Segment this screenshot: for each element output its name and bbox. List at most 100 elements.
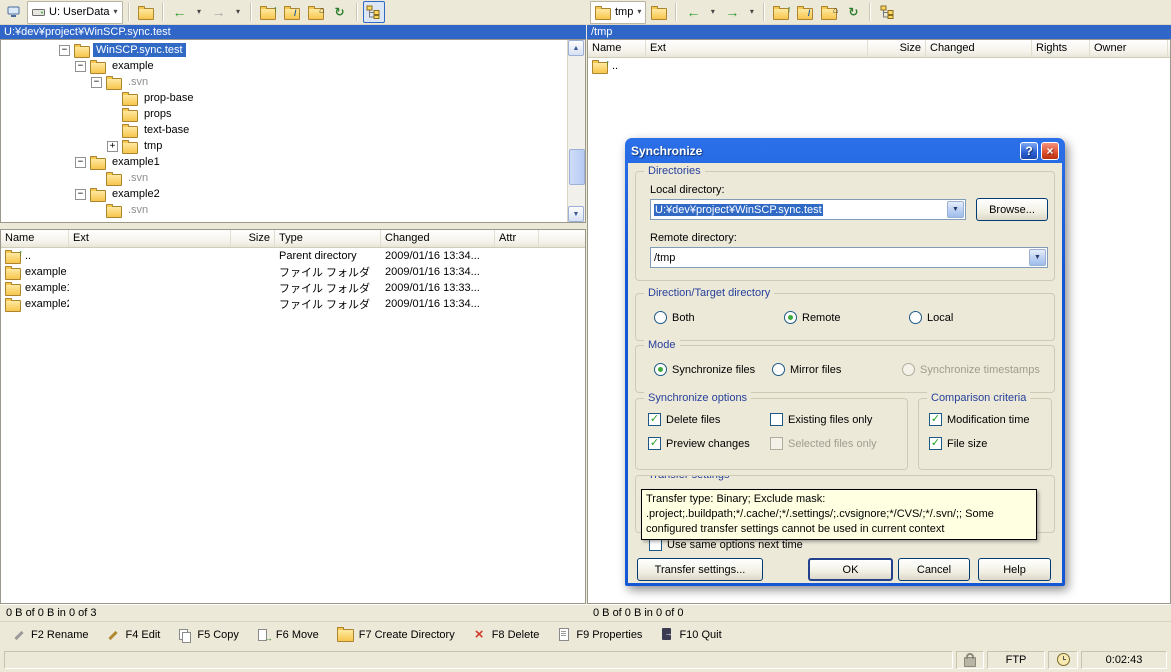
tree-scrollbar[interactable]: ▲ ▼ xyxy=(567,40,585,222)
command-f2-rename[interactable]: F2 Rename xyxy=(8,626,92,643)
scrollbar-thumb[interactable] xyxy=(569,149,585,185)
browse-button[interactable]: Browse... xyxy=(976,198,1048,221)
command-f8-delete[interactable]: F8 Delete xyxy=(469,626,544,643)
column-header-size[interactable]: Size xyxy=(231,230,275,247)
refresh-button[interactable]: ↻ xyxy=(842,1,864,23)
file-row-example1[interactable]: example1ファイル フォルダ2009/01/16 13:33... xyxy=(1,280,585,296)
comparison-option[interactable]: ✓File size xyxy=(929,437,1030,450)
tree-view-toggle[interactable] xyxy=(876,1,898,23)
root-directory-button[interactable] xyxy=(281,1,303,23)
column-header-name[interactable]: Name xyxy=(1,230,69,247)
help-button[interactable]: Help xyxy=(978,558,1051,581)
command-f7-create-directory[interactable]: F7 Create Directory xyxy=(333,625,459,644)
sync-option[interactable]: ✓Preview changes xyxy=(648,437,770,450)
column-header-ext[interactable]: Ext xyxy=(69,230,231,247)
direction-option[interactable]: Local xyxy=(909,311,953,324)
tree-node-.svn[interactable]: .svn xyxy=(1,170,585,186)
dialog-title-bar[interactable]: Synchronize ? × xyxy=(628,138,1062,163)
checkbox-label: Preview changes xyxy=(666,438,750,450)
command-f10-quit[interactable]: F10 Quit xyxy=(656,626,725,643)
left-status-bar: 0 B of 0 B in 0 of 3 xyxy=(0,604,586,621)
direction-option[interactable]: Both xyxy=(654,311,784,324)
mode-option[interactable]: Synchronize files xyxy=(654,363,772,376)
delete-icon xyxy=(473,628,487,641)
tree-node-props[interactable]: props xyxy=(1,106,585,122)
minus-expander-icon[interactable]: − xyxy=(75,61,86,72)
ok-button[interactable]: OK xyxy=(808,558,893,581)
right-path-bar[interactable]: /tmp xyxy=(587,25,1171,39)
column-header-rights[interactable]: Rights xyxy=(1032,40,1090,57)
scroll-down-icon[interactable]: ▼ xyxy=(568,206,584,222)
sync-option[interactable]: Existing files only xyxy=(770,413,877,426)
tree-node-text-base[interactable]: text-base xyxy=(1,122,585,138)
refresh-button[interactable]: ↻ xyxy=(329,1,351,23)
home-directory-button[interactable] xyxy=(818,1,840,23)
tree-node-tmp[interactable]: +tmp xyxy=(1,138,585,154)
column-header-name[interactable]: Name xyxy=(588,40,646,57)
checkbox-icon: ✓ xyxy=(648,413,661,426)
minus-expander-icon[interactable]: − xyxy=(75,157,86,168)
column-header-changed[interactable]: Changed xyxy=(381,230,495,247)
home-directory-button[interactable] xyxy=(305,1,327,23)
left-path-bar[interactable]: U:¥dev¥project¥WinSCP.sync.test xyxy=(0,25,586,39)
remote-directory-selector[interactable]: tmp ▾ xyxy=(590,1,646,24)
drive-selector[interactable]: U: UserData ▾ xyxy=(27,1,123,24)
forward-history-dropdown[interactable]: ▾ xyxy=(232,1,245,23)
forward-history-dropdown[interactable]: ▾ xyxy=(745,1,758,23)
forward-button[interactable]: → xyxy=(208,1,230,23)
file-row-..[interactable]: ..Parent directory2009/01/16 13:34... xyxy=(1,248,585,264)
close-icon[interactable]: × xyxy=(1041,142,1059,160)
tree-node-example[interactable]: −example xyxy=(1,58,585,74)
sync-option[interactable]: ✓Delete files xyxy=(648,413,770,426)
sync-option[interactable]: Selected files only xyxy=(770,437,877,450)
tree-node-example2[interactable]: −example2 xyxy=(1,186,585,202)
file-row-..[interactable]: .. xyxy=(588,58,1170,74)
minus-expander-icon[interactable]: − xyxy=(75,189,86,200)
tree-node-.svn[interactable]: −.svn xyxy=(1,74,585,90)
back-button[interactable]: ← xyxy=(169,1,191,23)
column-header-size[interactable]: Size xyxy=(868,40,926,57)
column-header-type[interactable]: Type xyxy=(275,230,381,247)
open-directory-button[interactable] xyxy=(135,1,157,23)
command-f4-edit[interactable]: F4 Edit xyxy=(102,626,164,643)
chevron-down-icon[interactable]: ▼ xyxy=(1029,249,1046,266)
open-directory-button[interactable] xyxy=(648,1,670,23)
forward-button[interactable]: → xyxy=(721,1,743,23)
tree-node-WinSCP.sync.test[interactable]: −WinSCP.sync.test xyxy=(1,42,585,58)
remote-directory-combo[interactable]: /tmp ▼ xyxy=(650,247,1048,268)
back-button[interactable]: ← xyxy=(682,1,704,23)
column-header-ext[interactable]: Ext xyxy=(646,40,868,57)
parent-directory-button[interactable] xyxy=(770,1,792,23)
column-header-owner[interactable]: Owner xyxy=(1090,40,1168,57)
tree-node-.svn[interactable]: .svn xyxy=(1,202,585,218)
session-button[interactable] xyxy=(3,1,25,23)
transfer-settings-button[interactable]: Transfer settings... xyxy=(637,558,763,581)
root-directory-button[interactable] xyxy=(794,1,816,23)
direction-option[interactable]: Remote xyxy=(784,311,909,324)
column-header-changed[interactable]: Changed xyxy=(926,40,1032,57)
tree-node-prop-base[interactable]: prop-base xyxy=(1,90,585,106)
comparison-option[interactable]: ✓Modification time xyxy=(929,413,1030,426)
column-header-attr[interactable]: Attr xyxy=(495,230,539,247)
minus-expander-icon[interactable]: − xyxy=(59,45,70,56)
command-f9-properties[interactable]: F9 Properties xyxy=(553,626,646,643)
back-history-dropdown[interactable]: ▾ xyxy=(706,1,719,23)
scroll-up-icon[interactable]: ▲ xyxy=(568,40,584,56)
mode-option[interactable]: Mirror files xyxy=(772,363,902,376)
file-row-example[interactable]: exampleファイル フォルダ2009/01/16 13:34... xyxy=(1,264,585,280)
toolbar-separator xyxy=(675,3,677,21)
local-directory-combo[interactable]: U:¥dev¥project¥WinSCP.sync.test ▼ xyxy=(650,199,966,220)
plus-expander-icon[interactable]: + xyxy=(107,141,118,152)
minus-expander-icon[interactable]: − xyxy=(91,77,102,88)
help-button[interactable]: ? xyxy=(1020,142,1038,160)
chevron-down-icon[interactable]: ▼ xyxy=(947,201,964,218)
mode-option[interactable]: Synchronize timestamps xyxy=(902,363,1040,376)
command-f5-copy[interactable]: F5 Copy xyxy=(174,626,243,643)
command-f6-move[interactable]: F6 Move xyxy=(253,626,323,643)
tree-view-toggle[interactable] xyxy=(363,1,385,23)
file-row-example2[interactable]: example2ファイル フォルダ2009/01/16 13:34... xyxy=(1,296,585,312)
parent-directory-button[interactable] xyxy=(257,1,279,23)
cancel-button[interactable]: Cancel xyxy=(898,558,970,581)
back-history-dropdown[interactable]: ▾ xyxy=(193,1,206,23)
tree-node-example1[interactable]: −example1 xyxy=(1,154,585,170)
